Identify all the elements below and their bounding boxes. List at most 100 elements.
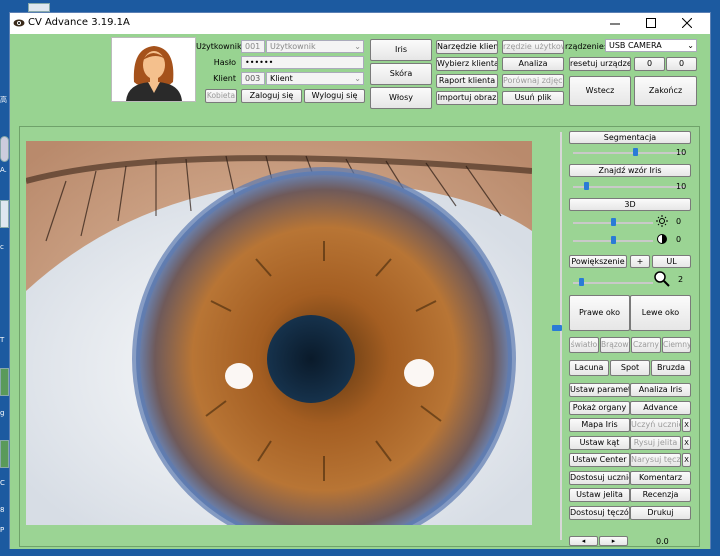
client-tool-button[interactable]: Narzędzie klienta (436, 40, 498, 54)
furrow-button[interactable]: Bruzda (651, 360, 691, 376)
clear-x-button[interactable]: X (682, 436, 691, 450)
zoom-button[interactable]: Powiększenie (569, 255, 627, 268)
desktop-shortcut-icon[interactable] (0, 368, 9, 396)
delete-file-button[interactable]: Usuń plik (502, 91, 564, 105)
vertical-slider-thumb[interactable] (552, 325, 562, 331)
lacuna-button[interactable]: Lacuna (569, 360, 609, 376)
right-eye-button[interactable]: Prawe oko (569, 295, 630, 331)
desktop-shortcut-icon[interactable] (0, 136, 9, 162)
device-select-value: USB CAMERA (609, 41, 662, 50)
action-button-left[interactable]: Ustaw parametr (569, 383, 630, 397)
logout-button[interactable]: Wyloguj się (304, 89, 365, 103)
chevron-down-icon: ⌄ (687, 41, 694, 50)
client-report-button[interactable]: Raport klienta (436, 74, 498, 88)
avatar (111, 37, 196, 102)
login-button[interactable]: Zaloguj się (241, 89, 302, 103)
maximize-icon[interactable] (646, 18, 656, 28)
window-title: CV Advance 3.19.1A (28, 17, 130, 28)
gender-button[interactable]: Kobieta (205, 89, 237, 103)
eye-photo (26, 141, 532, 525)
contrast-value: 0 (676, 235, 682, 244)
action-button-left[interactable]: Dostosuj uczniów (569, 471, 630, 485)
segmentation-slider[interactable] (573, 152, 685, 154)
left-eye-button[interactable]: Lewe oko (630, 295, 691, 331)
vertical-slider-track[interactable] (560, 132, 562, 540)
action-button-right[interactable]: Rysuj jelita (630, 436, 681, 450)
chevron-down-icon: ⌄ (354, 42, 361, 51)
next-button[interactable]: ▸ (599, 536, 628, 546)
compare-photo-button[interactable]: Porównaj zdjęcie (502, 74, 564, 88)
brightness-slider-thumb[interactable] (611, 218, 616, 226)
counter-a-button[interactable]: 0 (634, 57, 665, 71)
action-button-left[interactable]: Ustaw jelita (569, 488, 630, 502)
action-button-left[interactable]: Ustaw kąt (569, 436, 630, 450)
action-button-left[interactable]: Ustaw Center (569, 453, 630, 467)
zoom-plus-button[interactable]: + (630, 255, 650, 268)
device-label: rządzenie: (565, 42, 607, 51)
app-client-area: Użytkownik 001 Użytkownik ⌄ Hasło •••••• … (10, 34, 710, 549)
find-iris-slider-thumb[interactable] (584, 182, 589, 190)
desktop-shortcut-icon[interactable] (28, 3, 50, 12)
3d-button[interactable]: 3D (569, 198, 691, 211)
minimize-icon[interactable] (610, 19, 620, 29)
iris-image (26, 141, 532, 525)
client-select[interactable]: Klient ⌄ (266, 72, 364, 85)
clear-x-button[interactable]: X (682, 453, 691, 467)
password-label: Hasło (213, 58, 236, 67)
action-button-left[interactable]: Dostosuj tęczówkę (569, 506, 630, 520)
action-button-right[interactable]: Uczyń uczniów (630, 418, 681, 432)
workspace-panel: Segmentacja 10 Znajdź wzór Iris 10 3D 0 … (19, 126, 700, 547)
title-bar[interactable]: CV Advance 3.19.1A (10, 13, 710, 34)
clear-x-button[interactable]: X (682, 418, 691, 432)
zoom-slider[interactable] (573, 282, 653, 284)
find-iris-value: 10 (676, 182, 687, 191)
back-button[interactable]: Wstecz (569, 76, 631, 106)
device-select[interactable]: USB CAMERA ⌄ (605, 39, 697, 52)
zoom-slider-thumb[interactable] (579, 278, 584, 286)
spot-button[interactable]: Spot (610, 360, 650, 376)
segmentation-slider-thumb[interactable] (633, 148, 638, 156)
color-brown-button[interactable]: Brązowy (600, 337, 630, 353)
action-button-left[interactable]: Mapa Iris (569, 418, 630, 432)
action-button-right[interactable]: Drukuj (630, 506, 691, 520)
action-button-right[interactable]: Recenzja (630, 488, 691, 502)
user-select[interactable]: Użytkownik ⌄ (266, 40, 364, 53)
user-tool-button[interactable]: rzędzie użytkown (502, 40, 564, 54)
segmentation-button[interactable]: Segmentacja (569, 131, 691, 144)
iris-button[interactable]: Iris (370, 39, 432, 61)
find-iris-slider[interactable] (573, 186, 685, 188)
app-window: CV Advance 3.19.1A Użytkownik 001 Użytko… (9, 12, 711, 549)
action-button-right[interactable]: Analiza Iris (630, 383, 691, 397)
segmentation-value: 10 (676, 148, 687, 157)
color-dark-button[interactable]: Ciemny (662, 337, 691, 353)
action-button-left[interactable]: Pokaż organy (569, 401, 630, 415)
ul-button[interactable]: UL (652, 255, 691, 268)
close-icon[interactable] (682, 18, 692, 28)
reset-device-button[interactable]: resetuj urządzeni (569, 57, 631, 71)
password-field[interactable]: •••••• (241, 56, 364, 69)
select-client-button[interactable]: Wybierz klienta (436, 57, 498, 71)
brightness-value: 0 (676, 217, 682, 226)
female-avatar-icon (126, 46, 182, 101)
color-black-button[interactable]: Czarny (631, 337, 661, 353)
counter-b-button[interactable]: 0 (666, 57, 697, 71)
hair-button[interactable]: Włosy (370, 87, 432, 109)
sun-icon (656, 215, 668, 227)
finish-button[interactable]: Zakończ (634, 76, 697, 106)
user-select-value: Użytkownik (270, 42, 316, 51)
skin-button[interactable]: Skóra (370, 63, 432, 85)
action-button-right[interactable]: Komentarz (630, 471, 691, 485)
find-iris-button[interactable]: Znajdź wzór Iris (569, 164, 691, 177)
desktop-shortcut-icon[interactable] (0, 200, 9, 228)
color-light-button[interactable]: światło (569, 337, 599, 353)
analysis-button[interactable]: Analiza (502, 57, 564, 71)
import-image-button[interactable]: Importuj obraz (436, 91, 498, 105)
action-button-right[interactable]: Narysuj tęczówkę (630, 453, 681, 467)
user-id-field: 001 (241, 40, 265, 53)
client-select-value: Klient (270, 74, 293, 83)
contrast-slider-thumb[interactable] (611, 236, 616, 244)
desktop-shortcut-icon[interactable] (0, 440, 9, 468)
action-button-right[interactable]: Advance (630, 401, 691, 415)
zoom-value: 2 (678, 275, 684, 284)
prev-button[interactable]: ◂ (569, 536, 598, 546)
